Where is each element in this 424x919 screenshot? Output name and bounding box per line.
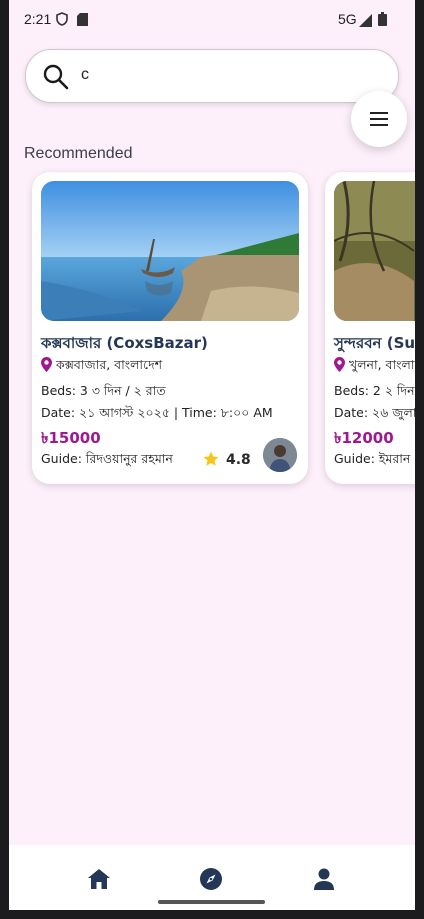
battery-icon — [378, 11, 387, 30]
tour-guide: Guide: ইমরান — [334, 451, 411, 466]
status-time: 2:21 — [24, 11, 52, 27]
location-text: কক্সবাজার, বাংলাদেশ — [56, 357, 163, 372]
tour-rating: 4.8 — [202, 450, 251, 468]
tour-date: Date: ২৬ জুলাই — [334, 405, 415, 420]
location-pin-icon — [334, 357, 345, 372]
status-bar: 2:21 5G — [9, 0, 415, 38]
person-icon — [314, 868, 334, 890]
guide-avatar[interactable] — [263, 438, 297, 472]
nav-explore[interactable] — [199, 867, 223, 891]
rating-value: 4.8 — [226, 452, 251, 468]
bottom-navigation — [9, 845, 415, 910]
tour-image — [334, 181, 415, 321]
tour-image — [41, 181, 299, 321]
location-text: খুলনা, বাংলা — [349, 357, 415, 372]
tour-date: Date: ২১ আগস্ট ২০২৫ | Time: ৮:০০ AM — [41, 405, 273, 420]
menu-icon — [370, 112, 388, 126]
tour-price: ৳12000 — [334, 429, 394, 447]
tour-guide: Guide: রিদওয়ানুর রহমান — [41, 451, 173, 466]
tour-location: খুলনা, বাংলা — [334, 357, 414, 377]
tour-card[interactable]: সুন্দরবন (Su খুলনা, বাংলা Beds: 2 ২ দিন … — [325, 172, 415, 484]
sd-card-icon — [77, 11, 88, 30]
shield-icon — [56, 11, 68, 30]
nav-home[interactable] — [87, 867, 111, 891]
location-pin-icon — [41, 357, 52, 372]
compass-icon — [200, 868, 222, 890]
tour-location: কক্সবাজার, বাংলাদেশ — [41, 357, 162, 377]
tour-price: ৳15000 — [41, 429, 101, 447]
tour-title: সুন্দরবন (Su — [334, 334, 415, 352]
home-icon — [88, 869, 110, 889]
tour-card[interactable]: কক্সবাজার (CoxsBazar) কক্সবাজার, বাংলাদে… — [32, 172, 308, 484]
section-title: Recommended — [24, 145, 133, 162]
tour-beds: Beds: 2 ২ দিন — [334, 383, 415, 398]
home-indicator — [158, 900, 265, 904]
search-input[interactable]: c — [81, 66, 89, 84]
search-bar[interactable]: c — [25, 49, 399, 103]
star-icon — [203, 451, 219, 466]
menu-button[interactable] — [351, 91, 407, 147]
signal-icon — [359, 12, 372, 31]
tour-beds: Beds: 3 ৩ দিন / ২ রাত — [41, 383, 166, 398]
tour-title: কক্সবাজার (CoxsBazar) — [41, 334, 208, 352]
app-screen: 2:21 5G c Recommended কক্সবাজার (CoxsBaz… — [9, 0, 415, 910]
search-icon[interactable] — [43, 64, 69, 94]
network-type: 5G — [338, 11, 357, 27]
nav-profile[interactable] — [312, 867, 336, 891]
